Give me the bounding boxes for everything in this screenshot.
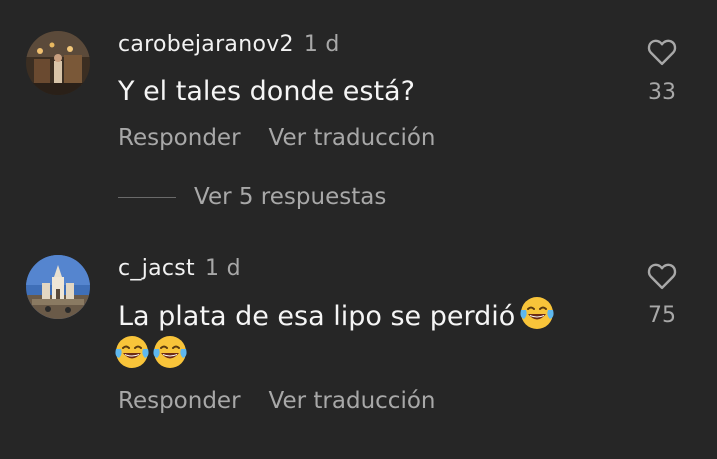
see-translation-button[interactable]: Ver traducción bbox=[269, 388, 436, 414]
view-replies-label[interactable]: Ver 5 respuestas bbox=[194, 184, 386, 210]
comment-text: Y el tales donde está? bbox=[118, 70, 415, 114]
comment-text-line-2 bbox=[114, 334, 188, 378]
comment-text: La plata de esa lipo se perdió bbox=[118, 295, 555, 339]
see-translation-button[interactable]: Ver traducción bbox=[269, 125, 436, 151]
comment-username[interactable]: c_jacst 1 d bbox=[118, 256, 241, 281]
like-count: 75 bbox=[648, 303, 676, 328]
username-text[interactable]: carobejaranov2 bbox=[118, 32, 294, 57]
view-replies-button[interactable]: Ver 5 respuestas bbox=[118, 184, 386, 210]
comment-username[interactable]: carobejaranov2 1 d bbox=[118, 32, 340, 57]
reply-button[interactable]: Responder bbox=[118, 125, 241, 151]
comment-body: La plata de esa lipo se perdió bbox=[118, 301, 516, 332]
laughing-emoji-icon bbox=[152, 334, 188, 370]
comment-time: 1 d bbox=[303, 32, 340, 57]
username-text[interactable]: c_jacst bbox=[118, 256, 195, 281]
laughing-emoji-icon bbox=[114, 334, 150, 370]
like-count: 33 bbox=[648, 80, 676, 105]
like-heart-icon[interactable] bbox=[647, 262, 677, 290]
comment-actions: Responder Ver traducción bbox=[118, 388, 464, 414]
reply-button[interactable]: Responder bbox=[118, 388, 241, 414]
replies-divider bbox=[118, 196, 176, 198]
comment-time: 1 d bbox=[204, 256, 241, 281]
like-heart-icon[interactable] bbox=[647, 38, 677, 66]
comment-body: Y el tales donde está? bbox=[118, 76, 415, 107]
comment-actions: Responder Ver traducción bbox=[118, 125, 464, 151]
laughing-emoji-icon bbox=[519, 295, 555, 331]
avatar-carobejaranov2[interactable] bbox=[26, 31, 90, 95]
avatar-c_jacst[interactable] bbox=[26, 255, 90, 319]
